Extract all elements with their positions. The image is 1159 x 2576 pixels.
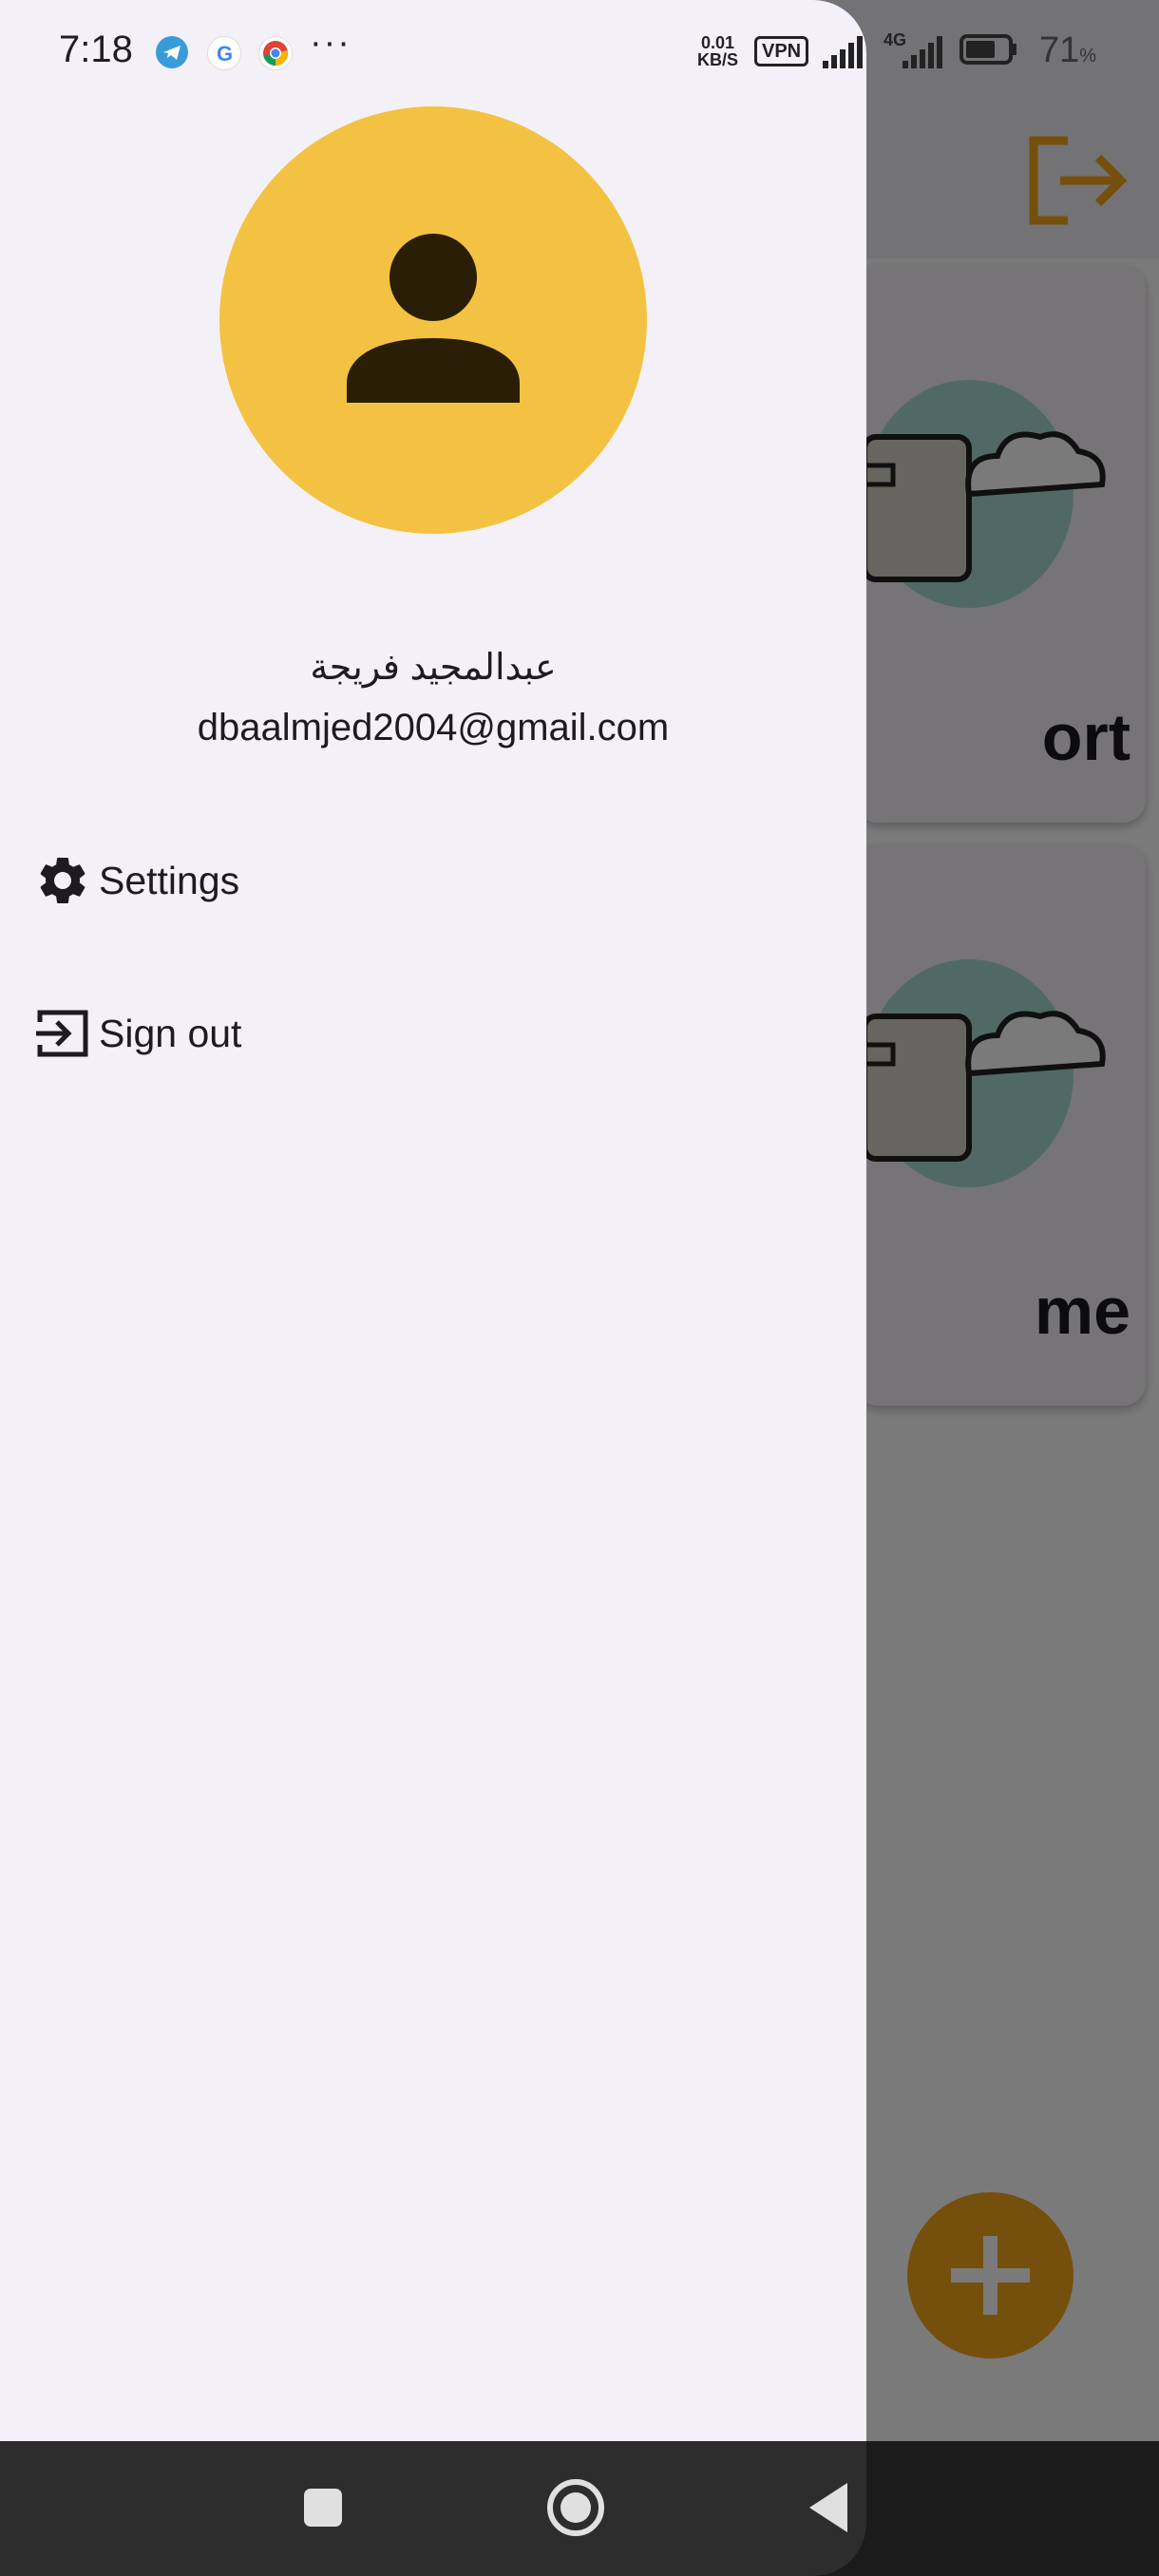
- battery-icon: [960, 34, 1016, 65]
- status-time: 7:18: [59, 28, 133, 70]
- menu-item-sign-out[interactable]: Sign out: [34, 995, 433, 1071]
- user-name: عبدالمجيد فريجة: [310, 648, 557, 688]
- svg-text:G: G: [217, 42, 233, 66]
- google-icon: G: [207, 36, 241, 70]
- battery-percent: 71%: [1039, 30, 1097, 70]
- vpn-badge: VPN: [754, 36, 809, 66]
- gear-icon: [34, 852, 91, 909]
- status-bar: 7:18 G ··· 0.01 KB/S VPN 4G 71%: [0, 0, 1159, 106]
- recents-button[interactable]: [302, 2487, 344, 2529]
- back-button[interactable]: [806, 2481, 851, 2534]
- avatar: [219, 106, 647, 534]
- network-speed: 0.01 KB/S: [697, 34, 738, 68]
- user-email: dbaalmjed2004@gmail.com: [197, 707, 670, 748]
- home-button[interactable]: [545, 2477, 606, 2538]
- menu-item-settings[interactable]: Settings: [34, 843, 433, 919]
- menu-item-label: Sign out: [99, 1011, 242, 1055]
- signal-icon: [823, 36, 863, 68]
- signal-4g-icon: [902, 36, 942, 68]
- person-icon: [347, 234, 520, 403]
- sign-in-icon: [34, 1005, 91, 1062]
- more-notifications-indicator: ···: [310, 23, 352, 63]
- chrome-icon: [258, 36, 293, 70]
- network-speed-value: 0.01: [700, 33, 735, 52]
- navigation-drawer: عبدالمجيد فريجة dbaalmjed2004@gmail.com …: [0, 0, 866, 2576]
- telegram-icon: [156, 36, 188, 68]
- menu-item-label: Settings: [99, 858, 240, 902]
- network-speed-unit: KB/S: [697, 50, 739, 69]
- system-nav-bar: [0, 2441, 1159, 2576]
